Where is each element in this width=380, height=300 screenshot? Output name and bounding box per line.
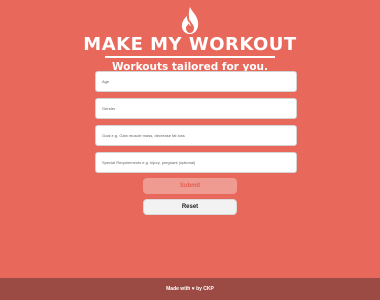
- footer: Made with ♥ by CKP: [0, 278, 380, 300]
- reset-button[interactable]: Reset: [143, 199, 237, 215]
- footer-text-made-with: Made with: [166, 286, 191, 292]
- goal-input[interactable]: [95, 125, 297, 146]
- title-underline: [105, 56, 275, 58]
- age-input[interactable]: [95, 71, 297, 92]
- app-title: MAKE MY WORKOUT: [83, 34, 297, 55]
- flame-icon: [181, 7, 199, 34]
- submit-button[interactable]: Submit: [143, 178, 237, 194]
- special-requirements-input[interactable]: [95, 152, 297, 173]
- heart-icon: ♥: [191, 286, 195, 292]
- gender-input[interactable]: [95, 98, 297, 119]
- footer-text-author: by CKP: [196, 286, 214, 292]
- page-header: MAKE MY WORKOUT Workouts tailored for yo…: [0, 6, 380, 73]
